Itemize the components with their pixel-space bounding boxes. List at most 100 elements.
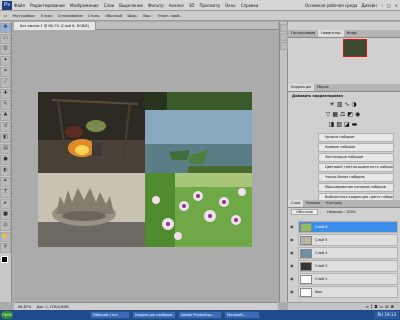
task-desktop[interactable]: Рабочий стол (90, 311, 130, 319)
refine-edge-button[interactable]: Уточн. край... (158, 14, 183, 18)
menu-analysis[interactable]: Анализ (169, 3, 184, 8)
gradient-tool-icon[interactable]: ▤ (0, 144, 11, 154)
marquee-tool-icon[interactable]: ▭ (0, 34, 11, 44)
photo-filter-icon[interactable]: ◉ (355, 111, 362, 118)
foreground-color[interactable] (1, 256, 8, 263)
tab-channels[interactable]: Каналы (303, 200, 323, 207)
healing-brush-icon[interactable]: ✚ (0, 89, 11, 99)
zoom-tool-icon[interactable]: ⚲ (0, 243, 11, 253)
eyedropper-icon[interactable]: ⁄ (0, 78, 11, 88)
menu-3d[interactable]: 3D (189, 3, 195, 8)
design-label[interactable]: Дизайн (361, 3, 377, 8)
actions-panel-icon[interactable] (280, 33, 288, 41)
layer-row[interactable]: ◉ Слой 5 (290, 234, 398, 246)
path-select-icon[interactable]: ▸ (0, 199, 11, 209)
eye-icon[interactable]: ◉ (290, 224, 296, 229)
layer-name: Слой 3 (315, 264, 328, 268)
menu-view[interactable]: Просмотр (200, 3, 221, 8)
antialias-checkbox[interactable]: Сглаживание (58, 14, 83, 18)
eye-icon[interactable]: ◉ (290, 276, 296, 281)
layer-row[interactable]: ◉ Слой 3 (290, 260, 398, 272)
style-select[interactable]: Обычный (105, 14, 122, 18)
pen-tool-icon[interactable]: ✒ (0, 177, 11, 187)
marquee-tool-icon[interactable]: ▭ (4, 14, 7, 18)
eye-icon[interactable]: ◉ (290, 263, 296, 268)
menu-image[interactable]: Изображение (70, 3, 99, 8)
preset-exposure[interactable]: Экспозиция наборов (318, 153, 394, 162)
task-correction[interactable]: Коррекция изображ... (132, 311, 176, 319)
eraser-tool-icon[interactable]: ◧ (0, 133, 11, 143)
menu-file[interactable]: Файл (14, 3, 25, 8)
tab-masks[interactable]: Маски (314, 84, 331, 91)
color-swatches[interactable] (0, 256, 11, 270)
workspace-label[interactable]: Основная рабочая среда (305, 3, 357, 8)
blend-mode-select[interactable]: Обычные (291, 209, 318, 215)
status-zoom[interactable]: 66,67% (18, 305, 31, 309)
eye-icon[interactable]: ◉ (290, 289, 296, 294)
posterize-icon[interactable]: ▨ (336, 121, 344, 128)
shape-tool-icon[interactable]: ■ (0, 210, 11, 220)
adjustments-panel: Коррекция Маски Добавить корректировку ☀▥… (288, 84, 400, 202)
magic-wand-icon[interactable]: ✦ (0, 56, 11, 66)
menu-edit[interactable]: Редактирование (30, 3, 65, 8)
menu-layers[interactable]: Слои (104, 3, 114, 8)
preset-levels[interactable]: Уровни наборов (318, 133, 394, 142)
menu-window[interactable]: Окно (225, 3, 236, 8)
task-microsoft[interactable]: Microsoft... (224, 311, 260, 319)
right-panels: Гистограмма Навигатор Инфо Коррекция Маски … (288, 22, 400, 310)
brush-tool-icon[interactable]: ✎ (0, 100, 11, 110)
clone-stamp-icon[interactable]: ♣ (0, 111, 11, 121)
blur-tool-icon[interactable]: ● (0, 155, 11, 165)
flowers-photo (145, 173, 252, 247)
hand-tool-icon[interactable]: ✋ (0, 232, 11, 242)
menu-select[interactable]: Выделение (119, 3, 143, 8)
opacity-field[interactable]: Непрозр.: 100% (327, 210, 356, 214)
threshold-icon[interactable]: ◪ (344, 121, 352, 128)
eye-icon[interactable]: ◉ (290, 237, 296, 242)
brightness-icon[interactable]: ☀ (329, 101, 336, 108)
menu-help[interactable]: Справка (241, 3, 259, 8)
document-canvas[interactable] (38, 92, 252, 247)
minimize-icon[interactable]: – (381, 3, 383, 8)
layer-row[interactable]: ◉ Фон (290, 286, 398, 298)
3d-rotate-icon[interactable]: ◎ (0, 221, 11, 231)
maximize-icon[interactable]: □ (387, 3, 391, 8)
language-indicator[interactable]: RU (377, 312, 383, 317)
hue-icon[interactable]: ▦ (332, 111, 340, 118)
preset-curves[interactable]: Кривые наборов (318, 143, 394, 152)
dodge-tool-icon[interactable]: ◐ (0, 166, 11, 176)
menu-filter[interactable]: Фильтр (148, 3, 164, 8)
tab-layers[interactable]: Слои (288, 200, 304, 207)
type-tool-icon[interactable]: T (0, 188, 11, 198)
tab-adjustments[interactable]: Коррекция (288, 84, 315, 91)
layer-row[interactable]: ◉ Слой 2 (290, 273, 398, 285)
lasso-tool-icon[interactable]: ʘ (0, 45, 11, 55)
close-icon[interactable]: × (395, 3, 398, 8)
bw-icon[interactable]: ◩ (347, 111, 355, 118)
gradient-map-icon[interactable]: ▬ (352, 121, 360, 128)
preset-bw[interactable]: Черно-белое наборов (318, 173, 394, 182)
feather-value[interactable]: 0 пикс (41, 14, 53, 18)
tab-info[interactable]: Инфо (344, 30, 360, 37)
brushes-panel-icon[interactable] (280, 42, 288, 50)
history-panel-icon[interactable] (280, 24, 288, 32)
exposure-icon[interactable]: ◑ (351, 101, 358, 108)
tab-paths[interactable]: Контуры (323, 200, 345, 207)
start-button[interactable]: пуск (1, 311, 13, 319)
move-tool-icon[interactable]: ✥ (0, 23, 11, 33)
clock[interactable]: 19:13 (384, 312, 396, 317)
history-brush-icon[interactable]: ↺ (0, 122, 11, 132)
eye-icon[interactable]: ◉ (290, 250, 296, 255)
crop-tool-icon[interactable]: ⌗ (0, 67, 11, 77)
layer-thumbnail (300, 236, 312, 245)
document-tab[interactable]: Без имени-1 @ 66,7% (Слой 6, RGB/8) (14, 22, 96, 30)
tab-histogram[interactable]: Гистограмма (288, 30, 318, 37)
layer-row[interactable]: ◉ Слой 4 (290, 247, 398, 259)
tab-navigator[interactable]: Навигатор (318, 30, 344, 37)
trash-icon[interactable]: ✖ (391, 304, 396, 309)
task-photoshop[interactable]: Adobe Photoshop... (178, 311, 222, 319)
navigator-preview[interactable] (343, 39, 367, 57)
preset-channel-mixer[interactable]: Микширование каналов наборов (318, 183, 394, 192)
preset-hue[interactable]: Цветовой тон/насыщенность наборов (318, 163, 394, 172)
layer-row[interactable]: ◉ Слой 6 (290, 221, 398, 233)
